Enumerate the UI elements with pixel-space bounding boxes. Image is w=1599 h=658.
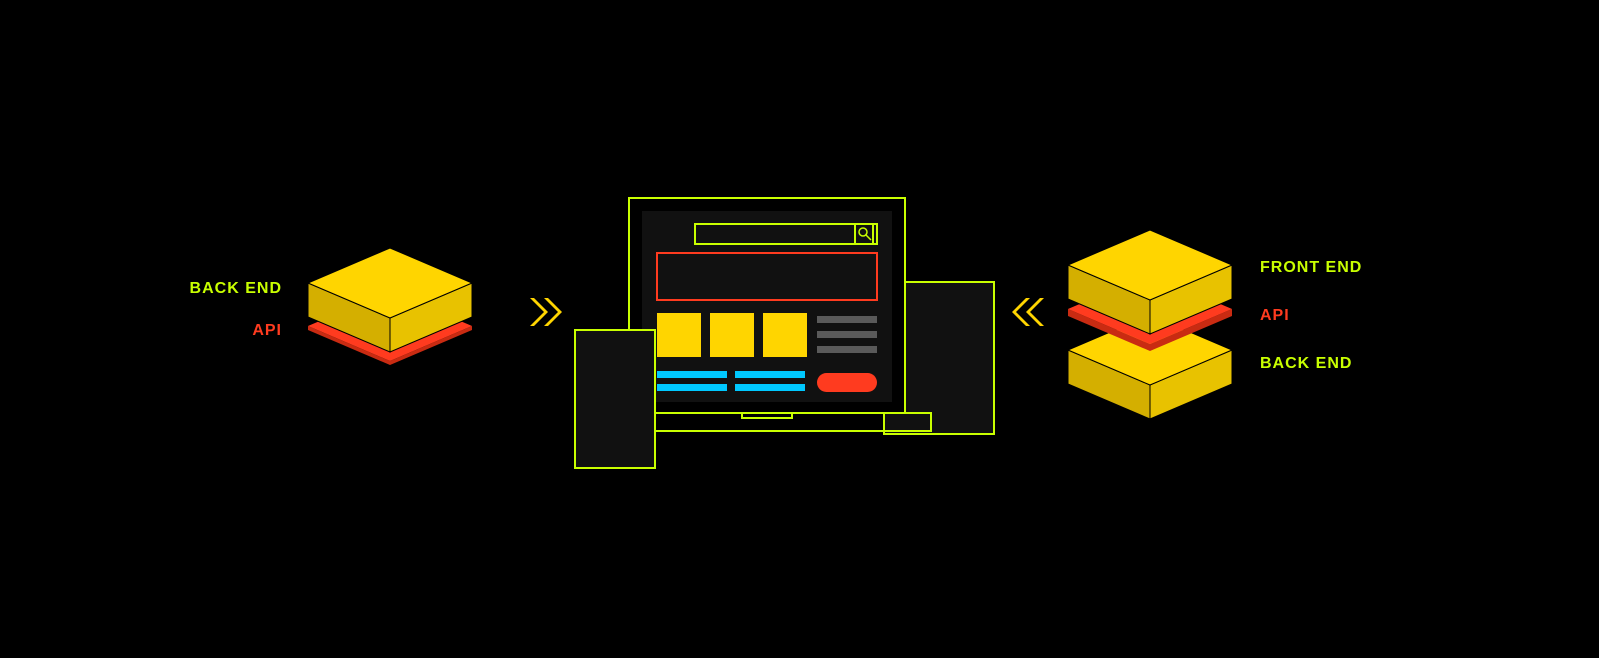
text-line-3 — [817, 346, 877, 353]
card-2 — [710, 313, 754, 357]
left-api-label: API — [252, 322, 282, 339]
text-line-1 — [817, 316, 877, 323]
link-bar-3 — [657, 384, 727, 391]
right-api-label: API — [1260, 307, 1290, 324]
link-bar-2 — [735, 371, 805, 378]
card-1 — [657, 313, 701, 357]
card-3 — [763, 313, 807, 357]
text-line-2 — [817, 331, 877, 338]
phone-device — [575, 330, 655, 468]
left-stack: BACK END API — [190, 248, 472, 365]
right-backend-label: BACK END — [1260, 355, 1352, 372]
double-chevron-left-icon — [1012, 298, 1044, 326]
right-stack: FRONT END API BACK END — [1068, 230, 1362, 419]
cta-button — [817, 373, 877, 392]
link-bar-1 — [657, 371, 727, 378]
link-bar-4 — [735, 384, 805, 391]
devices-group — [575, 198, 994, 468]
right-frontend-label: FRONT END — [1260, 259, 1362, 276]
double-chevron-right-icon — [530, 298, 562, 326]
left-backend-label: BACK END — [190, 280, 282, 297]
